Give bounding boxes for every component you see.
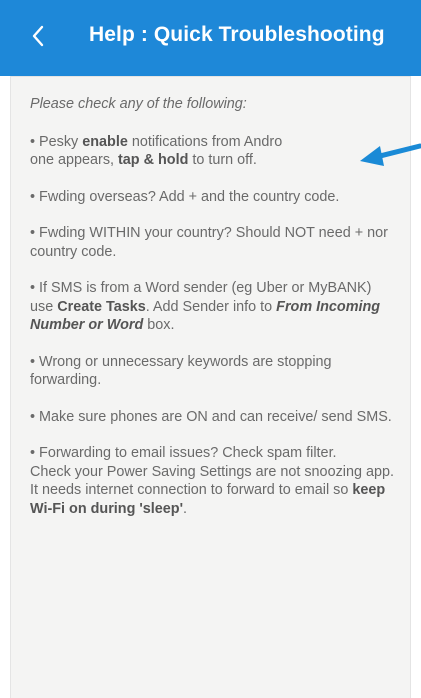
- list-item: • Forwarding to email issues? Check spam…: [30, 445, 394, 517]
- page-title: Help : Quick Troubleshooting: [89, 23, 385, 46]
- list-item: • If SMS is from a Word sender (eg Uber …: [30, 280, 381, 333]
- list-item: • Fwding WITHIN your country? Should NOT…: [30, 225, 388, 260]
- list-item: • Make sure phones are ON and can receiv…: [30, 408, 392, 425]
- arrow-left-icon: [360, 143, 421, 166]
- list-item: • Wrong or unnecessary keywords are stop…: [30, 353, 332, 389]
- back-button[interactable]: [20, 16, 56, 56]
- intro-text: Please check any of the following:: [30, 96, 247, 112]
- chevron-left-icon: [31, 24, 45, 48]
- app-header: Help : Quick Troubleshooting: [0, 0, 421, 76]
- troubleshooting-list: Please check any of the following: • Pes…: [30, 95, 398, 536]
- list-item: • Pesky enable notifications from Andro o…: [30, 133, 283, 169]
- list-item: • Fwding overseas? Add + and the country…: [30, 188, 340, 205]
- help-screen: Help : Quick Troubleshooting Please chec…: [0, 0, 421, 698]
